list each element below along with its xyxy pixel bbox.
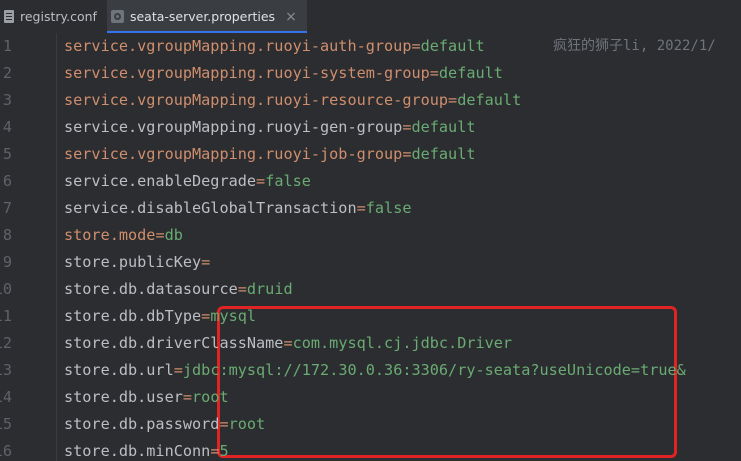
property-key: store.db.user <box>64 388 183 406</box>
line-number: 1 <box>2 37 12 55</box>
property-key: service.vgroupMapping.ruoyi-gen-group <box>64 118 403 136</box>
line-number: 5 <box>2 145 12 163</box>
code-line: store.db.url=jdbc:mysql://172.30.0.36:33… <box>64 357 686 384</box>
line-number: 14 <box>0 388 12 406</box>
property-key: store.db.url <box>64 361 174 379</box>
property-key: store.mode <box>64 226 156 244</box>
property-key: service.vgroupMapping.ruoyi-resource-gro… <box>64 91 449 109</box>
equals-sign: = <box>237 280 247 298</box>
line-number: 4 <box>2 118 12 136</box>
code-line: service.vgroupMapping.ruoyi-gen-group=de… <box>64 114 476 141</box>
code-line: store.db.minConn=5 <box>64 438 229 461</box>
property-value: root <box>228 415 266 433</box>
property-value: mysql <box>210 307 257 325</box>
code-line: service.vgroupMapping.ruoyi-system-group… <box>64 60 503 87</box>
equals-sign: = <box>411 37 421 55</box>
ide-window: registry.conf seata-server.properties × … <box>0 0 741 461</box>
property-value: druid <box>246 280 293 298</box>
equals-sign: = <box>448 91 458 109</box>
line-number: 6 <box>2 172 12 190</box>
line-number: 8 <box>2 226 12 244</box>
property-value: default <box>457 91 522 109</box>
line-number: 12 <box>0 334 12 352</box>
equals-sign: = <box>219 415 229 433</box>
tab-registry-conf[interactable]: registry.conf <box>0 0 107 33</box>
equals-sign: = <box>429 64 439 82</box>
property-key: service.vgroupMapping.ruoyi-system-group <box>64 64 430 82</box>
line-number: 9 <box>2 253 12 271</box>
property-value: default <box>411 118 476 136</box>
line-number-gutter: 12345678910111213141516 <box>0 33 40 461</box>
tab-label: registry.conf <box>20 9 97 24</box>
equals-sign: = <box>201 307 211 325</box>
equals-sign: = <box>283 334 293 352</box>
property-value: false <box>365 199 412 217</box>
equals-sign: = <box>201 253 211 271</box>
property-value: root <box>192 388 229 406</box>
property-value: default <box>438 64 503 82</box>
property-value: default <box>411 145 476 163</box>
git-blame-annotation: 疯狂的狮子li, 2022/1/ <box>553 38 716 54</box>
code-line: service.vgroupMapping.ruoyi-job-group=de… <box>64 141 476 168</box>
code-line: store.db.password=root <box>64 411 265 438</box>
code-line: store.db.datasource=druid <box>64 276 293 303</box>
code-line: store.db.user=root <box>64 384 229 411</box>
line-number: 11 <box>0 307 12 325</box>
equals-sign: = <box>173 361 183 379</box>
property-value: db <box>164 226 183 244</box>
code-line: store.mode=db <box>64 222 183 249</box>
line-number: 13 <box>0 361 12 379</box>
property-key: store.db.datasource <box>64 280 238 298</box>
code-editor[interactable]: 12345678910111213141516 service.vgroupMa… <box>0 33 741 461</box>
property-key: store.db.driverClassName <box>64 334 284 352</box>
code-line: store.db.dbType=mysql <box>64 303 256 330</box>
code-line: store.publicKey= <box>64 249 210 276</box>
property-value: jdbc:mysql://172.30.0.36:3306/ry-seata?u… <box>182 361 686 379</box>
property-key: store.db.dbType <box>64 307 202 325</box>
equals-sign: = <box>356 199 366 217</box>
editor-tab-bar: registry.conf seata-server.properties × <box>0 0 741 34</box>
line-number: 10 <box>0 280 12 298</box>
property-value: false <box>265 172 311 190</box>
code-area[interactable]: service.vgroupMapping.ruoyi-auth-group=d… <box>56 33 741 461</box>
tab-seata-server-properties[interactable]: seata-server.properties × <box>106 0 307 33</box>
equals-sign: = <box>155 226 165 244</box>
line-number: 2 <box>2 64 12 82</box>
code-line: service.disableGlobalTransaction=false <box>64 195 411 222</box>
property-key: store.db.password <box>64 415 220 433</box>
property-key: service.vgroupMapping.ruoyi-auth-group <box>64 37 412 55</box>
property-value: default <box>420 37 485 55</box>
equals-sign: = <box>182 388 193 406</box>
line-number: 15 <box>0 415 12 433</box>
property-key: store.db.minConn <box>64 442 211 460</box>
close-tab-icon[interactable]: × <box>285 9 297 25</box>
property-key: service.disableGlobalTransaction <box>64 199 357 217</box>
settings-file-icon <box>110 10 124 23</box>
code-line: service.vgroupMapping.ruoyi-resource-gro… <box>64 87 521 114</box>
property-key: service.vgroupMapping.ruoyi-job-group <box>64 145 403 163</box>
code-line: store.db.driverClassName=com.mysql.cj.jd… <box>64 330 512 357</box>
code-line: service.vgroupMapping.ruoyi-auth-group=d… <box>64 33 485 60</box>
property-value: 5 <box>219 442 229 460</box>
property-key: store.publicKey <box>64 253 202 271</box>
property-key: service.enableDegrade <box>64 172 257 190</box>
tab-label: seata-server.properties <box>129 9 276 24</box>
line-number: 16 <box>0 442 12 460</box>
line-number: 7 <box>2 199 12 217</box>
line-number: 3 <box>2 91 12 109</box>
file-text-icon <box>4 10 14 23</box>
equals-sign: = <box>256 172 266 190</box>
property-value: com.mysql.cj.jdbc.Driver <box>292 334 513 352</box>
code-line: service.enableDegrade=false <box>64 168 311 195</box>
